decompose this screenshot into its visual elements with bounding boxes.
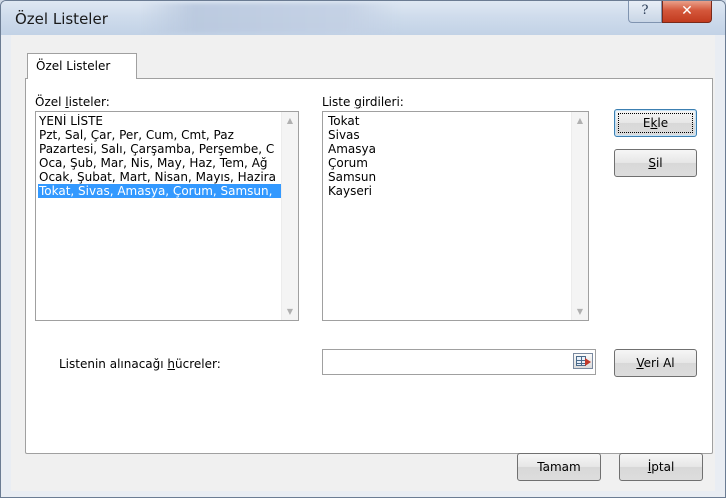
window-title: Özel Listeler [15,10,108,28]
title-bar-background-blur [141,3,401,33]
help-icon: ? [641,3,649,18]
tab-panel-custom-lists: Özel listeler: YENİ LİSTE Pzt, Sal, Çar, … [25,78,713,454]
list-entry-line: Kayseri [328,184,373,198]
list-entry-line: Samsun [328,170,377,184]
list-item[interactable]: YENİ LİSTE [38,114,281,128]
list-item[interactable]: Tokat, Sivas, Amasya, Çorum, Samsun, [38,184,281,198]
close-icon: ✕ [681,3,693,19]
list-item[interactable]: Pzt, Sal, Çar, Per, Cum, Cmt, Paz [38,128,281,142]
scroll-up-icon[interactable]: ▲ [572,112,588,129]
dialog-window: Özel Listeler ? ✕ Özel Listeler Özel lis… [0,0,726,498]
title-bar[interactable]: Özel Listeler ? ✕ [1,1,725,35]
import-range-label: Listenin alınacağı hücreler: [59,357,221,371]
help-button[interactable]: ? [628,1,662,23]
custom-lists-scrollbar[interactable]: ▲ ▼ [281,112,298,320]
tab-label: Özel Listeler [36,59,111,73]
custom-lists-listbox[interactable]: YENİ LİSTE Pzt, Sal, Çar, Per, Cum, Cmt, … [35,111,299,321]
list-entry-line: Tokat [328,114,360,128]
scroll-up-icon[interactable]: ▲ [282,112,298,129]
list-entries-scrollbar[interactable]: ▲ ▼ [571,112,588,320]
list-entries-label: Liste girdileri: [322,95,404,109]
close-button[interactable]: ✕ [662,1,712,23]
list-entries-items: Tokat Sivas Amasya Çorum Samsun Kayseri [323,112,571,320]
import-range-input[interactable] [322,349,596,375]
list-entry-line: Sivas [328,128,360,142]
list-entries-textbox[interactable]: Tokat Sivas Amasya Çorum Samsun Kayseri ▲ ▼ [322,111,589,321]
delete-button[interactable]: Sil [614,149,697,177]
import-button[interactable]: Veri Al [614,349,697,377]
ok-button[interactable]: Tamam [517,453,601,481]
cancel-button[interactable]: İptal [619,453,703,481]
custom-lists-label: Özel listeler: [35,95,110,109]
scroll-down-icon[interactable]: ▼ [282,303,298,320]
collapse-dialog-icon[interactable] [573,353,593,369]
tab-custom-lists[interactable]: Özel Listeler [27,53,137,79]
list-item[interactable]: Ocak, Şubat, Mart, Nisan, Mayıs, Hazira [38,170,281,184]
list-entry-line: Çorum [328,156,368,170]
custom-lists-items: YENİ LİSTE Pzt, Sal, Çar, Per, Cum, Cmt, … [36,112,281,320]
scroll-down-icon[interactable]: ▼ [572,303,588,320]
dialog-client-area: Özel Listeler Özel listeler: YENİ LİSTE P… [11,35,715,491]
list-item[interactable]: Oca, Şub, Mar, Nis, May, Haz, Tem, Ağ [38,156,281,170]
list-entry-line: Amasya [328,142,376,156]
add-button[interactable]: Ekle [614,109,697,137]
list-item[interactable]: Pazartesi, Salı, Çarşamba, Perşembe, C [38,142,281,156]
